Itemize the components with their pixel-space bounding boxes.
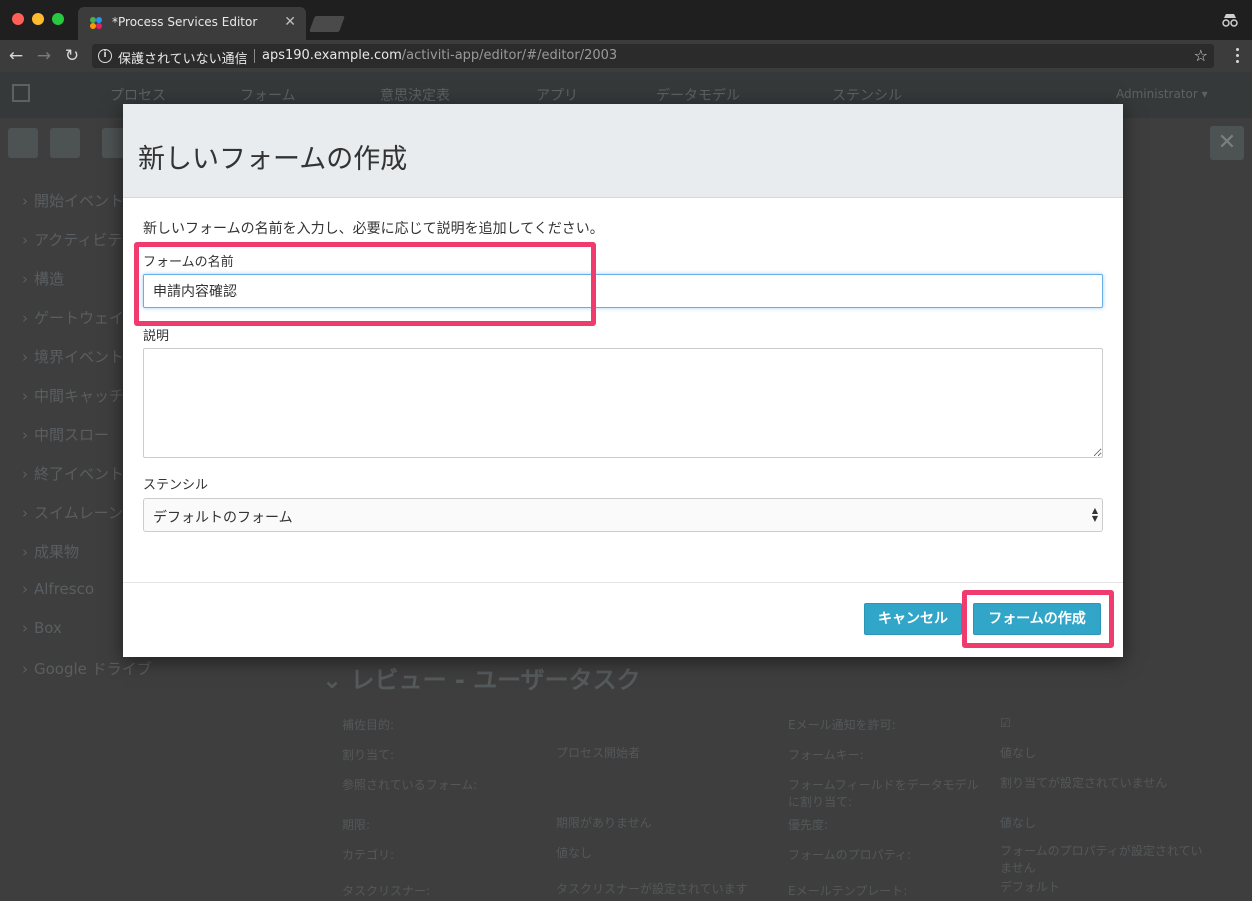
highlight-create-button [962,590,1114,648]
incognito-icon [1222,14,1238,27]
tab-title: *Process Services Editor [112,15,258,29]
insecure-label: 保護されていない通信 [118,52,248,67]
prop-value[interactable]: ☑ [1000,716,1011,730]
highlight-form-name [134,242,596,326]
prop-value[interactable]: プロセス開始者 [556,744,640,761]
window-maximize-button[interactable] [52,13,64,25]
prop-label: 参照されているフォーム: [342,778,478,792]
nav-item-forms[interactable]: フォーム [240,85,296,105]
prop-value[interactable]: 値なし [1000,814,1036,831]
prop-value[interactable]: 割り当てが設定されていません [1000,774,1167,791]
prop-label: 優先度: [788,818,829,832]
stencil-select[interactable]: デフォルトのフォーム ▲ ▼ [143,498,1103,532]
palette-item[interactable]: 終了イベント [22,463,124,484]
dialog-instructions: 新しいフォームの名前を入力し、必要に応じて説明を追加してください。 [143,221,604,237]
app-launcher-icon[interactable] [12,84,30,102]
prop-label: フォームキー: [788,748,864,762]
description-textarea[interactable] [143,348,1103,458]
tab-close-icon[interactable]: ✕ [284,14,296,30]
prop-value[interactable]: タスクリスナーが設定されています [556,880,748,897]
palette-item[interactable]: 成果物 [22,541,79,562]
prop-label: カテゴリ: [342,848,395,862]
palette-item[interactable]: スイムレーン [22,502,123,523]
prop-value[interactable]: 値なし [556,844,592,861]
window-minimize-button[interactable] [32,13,44,25]
palette-item[interactable]: Box [22,619,62,637]
reload-icon[interactable]: ↻ [62,46,82,66]
dialog-header: 新しいフォームの作成 [123,104,1123,198]
prop-label: Eメールテンプレート: [788,884,908,898]
nav-item-processes[interactable]: プロセス [110,85,166,105]
browser-tab[interactable]: *Process Services Editor ✕ [78,7,306,40]
prop-label: 補佐目的: [342,718,395,732]
nav-item-apps[interactable]: アプリ [536,85,578,105]
prop-value[interactable]: 値なし [1000,744,1036,761]
stencil-label: ステンシル [143,478,209,493]
palette-item[interactable]: 構造 [22,268,64,289]
bookmark-star-icon[interactable]: ☆ [1194,46,1208,65]
prop-label: 割り当て: [342,748,395,762]
dialog-title: 新しいフォームの作成 [138,144,408,175]
window-close-button[interactable] [12,13,24,25]
prop-value[interactable]: 期限がありません [556,814,652,831]
close-editor-button[interactable]: ✕ [1210,126,1244,160]
prop-label: フォームフィールドをデータモデルに割り当て: [788,778,979,809]
palette-item[interactable]: 中間スロー [22,424,109,445]
browser-toolbar: ← → ↻ i 保護されていない通信 aps190.example.com/ac… [0,40,1252,72]
browser-menu-icon[interactable] [1236,48,1240,64]
nav-item-stencils[interactable]: ステンシル [832,85,902,105]
nav-item-decision-tables[interactable]: 意思決定表 [380,85,450,105]
prop-label: 期限: [342,818,371,832]
section-title-text: レビュー - ユーザータスク [350,666,641,694]
url-host: aps190.example.com [262,48,402,63]
stencil-selected-value: デフォルトのフォーム [153,510,293,526]
url-path: /activiti-app/editor/#/editor/2003 [401,48,618,63]
select-arrows-icon: ▲ ▼ [1091,506,1098,523]
palette-item[interactable]: ゲートウェイ [22,307,124,328]
app-favicon-icon [90,17,102,29]
palette-item[interactable]: Alfresco [22,580,94,598]
palette-item[interactable]: 中間キャッチ [22,385,124,406]
description-label: 説明 [143,329,170,344]
palette-item[interactable]: Google ドライブ [22,658,152,679]
prop-value[interactable]: フォームのプロパティが設定されていません [1000,842,1210,876]
url-separator [254,49,255,63]
footer-divider [123,582,1123,583]
prop-label: Eメール通知を許可: [788,718,896,732]
properties-section-title: ⌄ レビュー - ユーザータスク [322,666,641,694]
prop-label: タスクリスナー: [342,884,431,898]
palette-item[interactable]: 境界イベント [22,346,124,367]
palette-item[interactable]: アクティビティ [22,229,136,250]
address-bar[interactable]: i 保護されていない通信 aps190.example.com/activiti… [92,44,1214,68]
browser-titlebar: *Process Services Editor ✕ [0,0,1252,40]
url-text: aps190.example.com/activiti-app/editor/#… [262,48,617,63]
prop-label: フォームのプロパティ: [788,848,911,862]
prop-value[interactable]: デフォルト [1000,878,1060,895]
back-arrow-icon[interactable]: ← [6,46,26,66]
save-model-button[interactable] [8,128,38,158]
info-icon[interactable]: i [98,49,112,63]
nav-item-data-models[interactable]: データモデル [656,85,740,105]
forward-arrow-icon[interactable]: → [34,46,54,66]
palette-item[interactable]: 開始イベント [22,190,124,211]
create-form-dialog: 新しいフォームの作成 新しいフォームの名前を入力し、必要に応じて説明を追加してく… [123,104,1123,657]
new-tab-button[interactable] [309,16,345,32]
validate-model-button[interactable] [50,128,80,158]
user-menu[interactable]: Administrator ▾ [1116,87,1208,101]
cancel-button[interactable]: キャンセル [864,603,962,635]
